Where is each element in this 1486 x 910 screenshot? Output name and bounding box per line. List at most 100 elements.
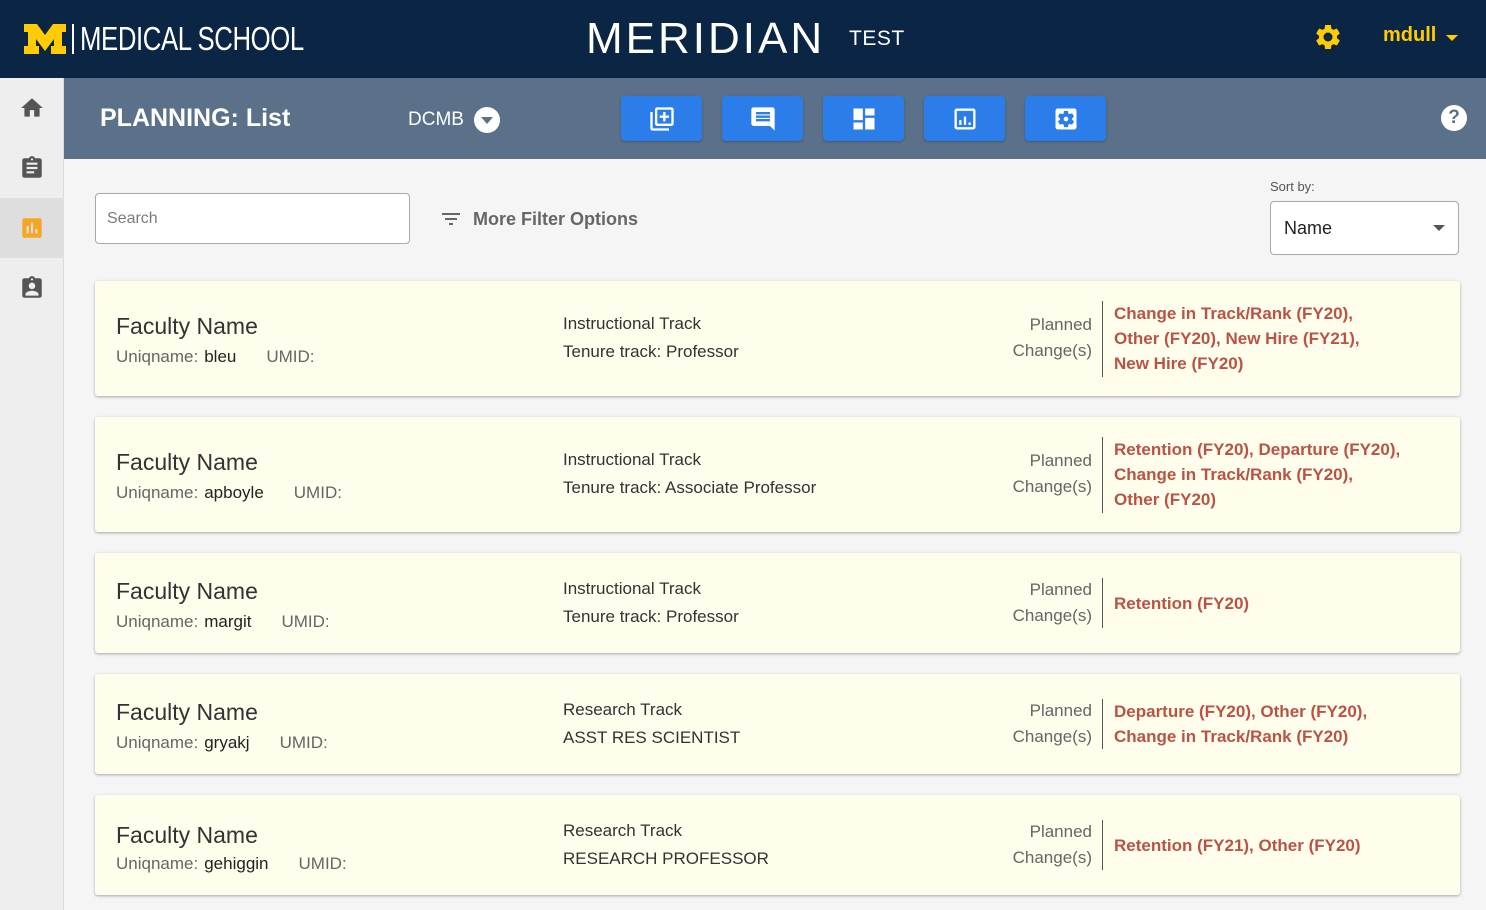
planned-change-line: Change in Track/Rank (FY20), bbox=[1114, 304, 1354, 323]
uniqname-label: Uniqname: bbox=[116, 612, 199, 631]
planned-change-line: Other (FY20), New Hire (FY21), bbox=[1114, 329, 1360, 348]
card-divider bbox=[1102, 820, 1103, 870]
sidebar-item-planning[interactable] bbox=[0, 198, 64, 258]
clipboard-icon bbox=[22, 156, 42, 178]
faculty-track: Research Track ASST RES SCIENTIST bbox=[563, 696, 740, 752]
page-title: PLANNING: List bbox=[100, 104, 291, 132]
faculty-name: Faculty Name bbox=[116, 313, 258, 339]
faculty-name: Faculty Name bbox=[116, 822, 258, 848]
track-rank: RESEARCH PROFESSOR bbox=[563, 849, 769, 868]
card-divider bbox=[1102, 578, 1103, 628]
planned-change-line: Change in Track/Rank (FY20), bbox=[1114, 465, 1354, 484]
planned-change-line: Retention (FY20) bbox=[1114, 594, 1250, 613]
faculty-track: Instructional Track Tenure track: Associ… bbox=[563, 446, 816, 502]
block-m-logo-icon bbox=[24, 24, 66, 54]
report-icon bbox=[954, 108, 975, 129]
brand-text: MEDICAL SCHOOL bbox=[80, 20, 304, 57]
planned-change-line: Other (FY20) bbox=[1114, 490, 1217, 509]
planned-changes-list: Change in Track/Rank (FY20), Other (FY20… bbox=[1114, 301, 1444, 376]
environment-label: TEST bbox=[849, 27, 905, 50]
faculty-track: Instructional Track Tenure track: Profes… bbox=[563, 575, 739, 631]
faculty-ids: Uniqname: gryakj UMID: bbox=[116, 733, 328, 753]
planned-label: Planned bbox=[1029, 822, 1092, 841]
add-plan-button[interactable] bbox=[621, 96, 702, 141]
sidebar-item-assignments[interactable] bbox=[0, 138, 64, 198]
planned-changes-label: Planned Change(s) bbox=[1013, 819, 1092, 871]
user-menu[interactable]: mdull bbox=[1383, 24, 1459, 47]
uniqname-label: Uniqname: bbox=[116, 854, 199, 873]
comments-button[interactable] bbox=[722, 96, 803, 141]
planned-label: Planned bbox=[1029, 315, 1092, 334]
settings-box-icon bbox=[1055, 108, 1076, 129]
faculty-ids: Uniqname: apboyle UMID: bbox=[116, 483, 342, 503]
sort-label: Sort by: bbox=[1270, 179, 1315, 194]
faculty-card[interactable]: Faculty Name Uniqname: apboyle UMID: Instr… bbox=[95, 417, 1460, 532]
help-icon[interactable]: ? bbox=[1441, 105, 1467, 131]
sidebar-item-faculty[interactable] bbox=[0, 258, 64, 318]
faculty-card[interactable]: Faculty Name Uniqname: margit UMID: Instru… bbox=[95, 553, 1460, 653]
faculty-name: Faculty Name bbox=[116, 699, 258, 725]
sidebar bbox=[0, 78, 64, 910]
faculty-name: Faculty Name bbox=[116, 578, 258, 604]
gear-icon[interactable] bbox=[1313, 22, 1343, 52]
track-rank: ASST RES SCIENTIST bbox=[563, 728, 741, 747]
comment-icon bbox=[750, 106, 775, 131]
department-value: DCMB bbox=[408, 109, 464, 130]
planned-changes-list: Departure (FY20), Other (FY20), Change i… bbox=[1114, 699, 1444, 749]
top-header: MEDICAL SCHOOL MERIDIAN TEST mdull bbox=[0, 0, 1486, 78]
chevron-down-icon bbox=[1433, 225, 1445, 231]
umid-label: UMID: bbox=[281, 612, 330, 631]
medical-school-logo[interactable]: MEDICAL SCHOOL bbox=[24, 20, 367, 58]
faculty-ids: Uniqname: gehiggin UMID: bbox=[116, 854, 347, 874]
dashboard-button[interactable] bbox=[823, 96, 904, 141]
track-name: Research Track bbox=[563, 700, 683, 719]
faculty-name: Faculty Name bbox=[116, 449, 258, 475]
faculty-track: Research Track RESEARCH PROFESSOR bbox=[563, 817, 769, 873]
umid-label: UMID: bbox=[266, 347, 315, 366]
uniqname-value: margit bbox=[204, 612, 252, 631]
sort-value: Name bbox=[1284, 217, 1333, 238]
faculty-card[interactable]: Faculty Name Uniqname: gryakj UMID: Resear… bbox=[95, 674, 1460, 774]
uniqname-value: apboyle bbox=[204, 483, 264, 502]
more-filter-options-button[interactable]: More Filter Options bbox=[439, 207, 638, 231]
planned-changes-label: Planned Change(s) bbox=[1013, 312, 1092, 364]
faculty-card[interactable]: Faculty Name Uniqname: bleu UMID: Instruct… bbox=[95, 281, 1460, 396]
dashboard-icon bbox=[853, 108, 874, 129]
planned-changes-label: Planned Change(s) bbox=[1013, 698, 1092, 750]
page-toolbar: PLANNING: List DCMB ? bbox=[64, 78, 1486, 159]
planned-changes-list: Retention (FY20) bbox=[1114, 591, 1444, 616]
umid-label: UMID: bbox=[293, 483, 342, 502]
track-name: Instructional Track bbox=[563, 579, 701, 598]
track-name: Instructional Track bbox=[563, 450, 701, 469]
uniqname-label: Uniqname: bbox=[116, 347, 199, 366]
badge-icon bbox=[22, 276, 42, 298]
settings-button[interactable] bbox=[1025, 96, 1106, 141]
app-title: MERIDIAN bbox=[586, 14, 826, 63]
planned-changes-list: Retention (FY21), Other (FY20) bbox=[1114, 833, 1444, 858]
filter-list-icon bbox=[442, 213, 460, 225]
search-input[interactable] bbox=[95, 193, 410, 244]
brand-separator bbox=[72, 24, 74, 54]
uniqname-label: Uniqname: bbox=[116, 733, 199, 752]
home-icon bbox=[21, 98, 43, 117]
changes-label: Change(s) bbox=[1012, 727, 1092, 746]
planned-changes-label: Planned Change(s) bbox=[1013, 448, 1092, 500]
card-divider bbox=[1102, 699, 1103, 749]
planned-change-line: Retention (FY20), Departure (FY20), bbox=[1114, 440, 1401, 459]
changes-label: Change(s) bbox=[1012, 341, 1092, 360]
reports-button[interactable] bbox=[924, 96, 1005, 141]
planned-change-line: New Hire (FY20) bbox=[1114, 354, 1244, 373]
umid-label: UMID: bbox=[279, 733, 328, 752]
planned-label: Planned bbox=[1029, 451, 1092, 470]
more-filter-label: More Filter Options bbox=[473, 208, 639, 229]
faculty-card[interactable]: Faculty Name Uniqname: gehiggin UMID: Rese… bbox=[95, 795, 1460, 895]
department-select[interactable]: DCMB bbox=[408, 107, 500, 133]
planned-change-line: Change in Track/Rank (FY20) bbox=[1114, 727, 1349, 746]
track-rank: Tenure track: Professor bbox=[563, 342, 739, 361]
sort-select[interactable]: Name bbox=[1270, 201, 1459, 255]
sidebar-item-home[interactable] bbox=[0, 78, 64, 138]
faculty-ids: Uniqname: bleu UMID: bbox=[116, 347, 315, 367]
planned-label: Planned bbox=[1029, 701, 1092, 720]
user-name: mdull bbox=[1383, 24, 1437, 46]
faculty-ids: Uniqname: margit UMID: bbox=[116, 612, 330, 632]
